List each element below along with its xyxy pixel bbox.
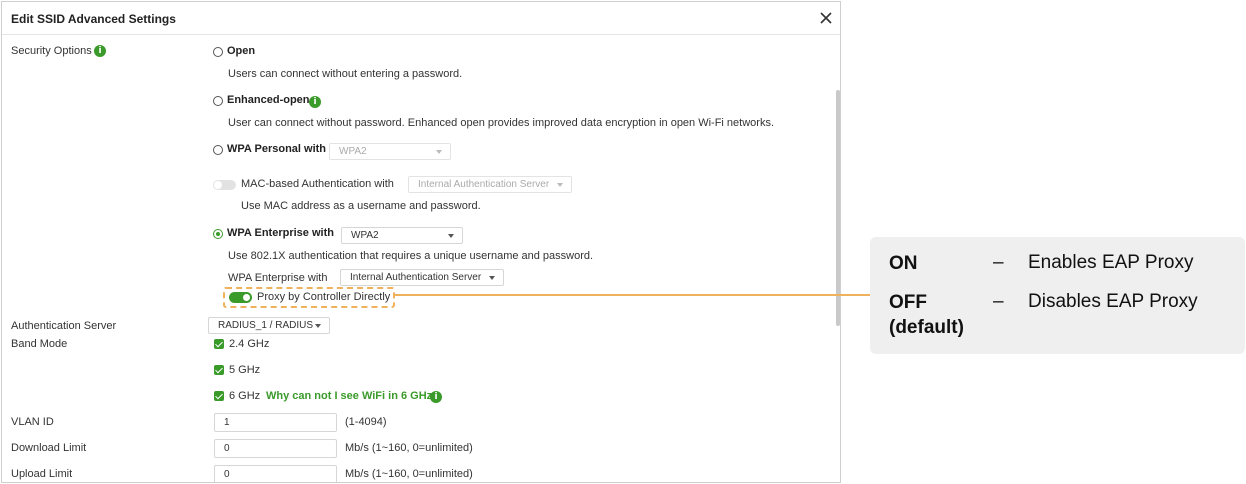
vlan-id-label: VLAN ID: [11, 416, 54, 428]
proxy-toggle[interactable]: [229, 292, 252, 303]
authentication-server-label: Authentication Server: [11, 320, 117, 332]
upload-limit-input[interactable]: 0: [214, 465, 337, 482]
select-value: WPA2: [339, 146, 367, 157]
callout-off-key: OFF: [889, 292, 927, 313]
wpa-enterprise-description: Use 802.1X authentication that requires …: [228, 250, 594, 262]
scrollbar[interactable]: [836, 90, 840, 326]
info-icon[interactable]: i: [94, 45, 106, 57]
dialog-title: Edit SSID Advanced Settings: [11, 12, 176, 26]
chevron-down-icon: [448, 234, 454, 238]
chevron-down-icon: [436, 150, 442, 154]
callout-on-value: Enables EAP Proxy: [1028, 252, 1194, 273]
wpa-personal-select[interactable]: WPA2: [329, 143, 451, 160]
radio-enhanced-open[interactable]: [213, 96, 223, 106]
info-icon[interactable]: i: [309, 96, 321, 108]
6ghz-help-link[interactable]: Why can not I see WiFi in 6 GHz?: [266, 390, 439, 402]
mac-auth-description: Use MAC address as a username and passwo…: [241, 200, 481, 212]
wpa-personal-label: WPA Personal with: [227, 143, 327, 155]
vlan-id-input[interactable]: 1: [214, 413, 337, 432]
security-options-label: Security Options: [11, 45, 92, 57]
chevron-down-icon: [315, 324, 321, 328]
wpa-enterprise-select[interactable]: WPA2: [341, 227, 463, 244]
eap-proxy-callout: ON – Enables EAP Proxy OFF (default) – D…: [870, 237, 1245, 354]
download-limit-hint: Mb/s (1~160, 0=unlimited): [345, 442, 473, 454]
select-value: Internal Authentication Server: [350, 272, 482, 283]
wpa-enterprise-label: WPA Enterprise with: [227, 227, 334, 239]
checkbox-5ghz[interactable]: [214, 365, 224, 375]
proxy-label: Proxy by Controller Directly: [257, 291, 391, 303]
chevron-down-icon: [557, 183, 563, 187]
radio-wpa-enterprise[interactable]: [213, 229, 223, 239]
callout-on-key: ON: [889, 253, 918, 274]
wpa-enterprise-server-label: WPA Enterprise with: [228, 272, 328, 284]
select-value: Internal Authentication Server: [418, 179, 550, 190]
enhanced-open-description: User can connect without password. Enhan…: [228, 117, 775, 129]
mac-auth-label: MAC-based Authentication with: [241, 178, 394, 190]
upload-limit-hint: Mb/s (1~160, 0=unlimited): [345, 468, 473, 480]
band-mode-label: Band Mode: [11, 338, 68, 350]
edit-ssid-dialog: Edit SSID Advanced Settings Security Opt…: [1, 1, 841, 483]
band-5ghz-label: 5 GHz: [229, 364, 261, 376]
mac-auth-select[interactable]: Internal Authentication Server: [408, 176, 572, 193]
open-label: Open: [227, 45, 256, 57]
callout-connector-line: [395, 294, 871, 296]
callout-on-dash: –: [993, 252, 1004, 273]
vlan-id-hint: (1-4094): [345, 416, 387, 428]
band-6ghz-label: 6 GHz: [229, 390, 261, 402]
open-description: Users can connect without entering a pas…: [228, 68, 463, 80]
mac-auth-toggle[interactable]: [213, 180, 236, 190]
callout-off-dash: –: [993, 291, 1004, 312]
info-icon[interactable]: i: [430, 391, 442, 403]
auth-server-type-select[interactable]: Internal Authentication Server: [340, 269, 504, 286]
callout-off-value: Disables EAP Proxy: [1028, 291, 1198, 312]
chevron-down-icon: [489, 276, 495, 280]
radio-wpa-personal[interactable]: [213, 145, 223, 155]
dialog-header: Edit SSID Advanced Settings: [2, 2, 840, 35]
download-limit-label: Download Limit: [11, 442, 87, 454]
radio-open[interactable]: [213, 47, 223, 57]
upload-limit-label: Upload Limit: [11, 468, 73, 480]
band-2-4ghz-label: 2.4 GHz: [229, 338, 270, 350]
enhanced-open-label: Enhanced-open: [227, 94, 310, 106]
download-limit-input[interactable]: 0: [214, 439, 337, 458]
select-value: RADIUS_1 / RADIUS: [218, 320, 314, 331]
callout-off-default: (default): [889, 317, 964, 338]
close-icon[interactable]: [818, 10, 834, 26]
select-value: WPA2: [351, 230, 379, 241]
checkbox-2-4ghz[interactable]: [214, 339, 224, 349]
checkbox-6ghz[interactable]: [214, 391, 224, 401]
authentication-server-select[interactable]: RADIUS_1 / RADIUS: [208, 317, 330, 334]
